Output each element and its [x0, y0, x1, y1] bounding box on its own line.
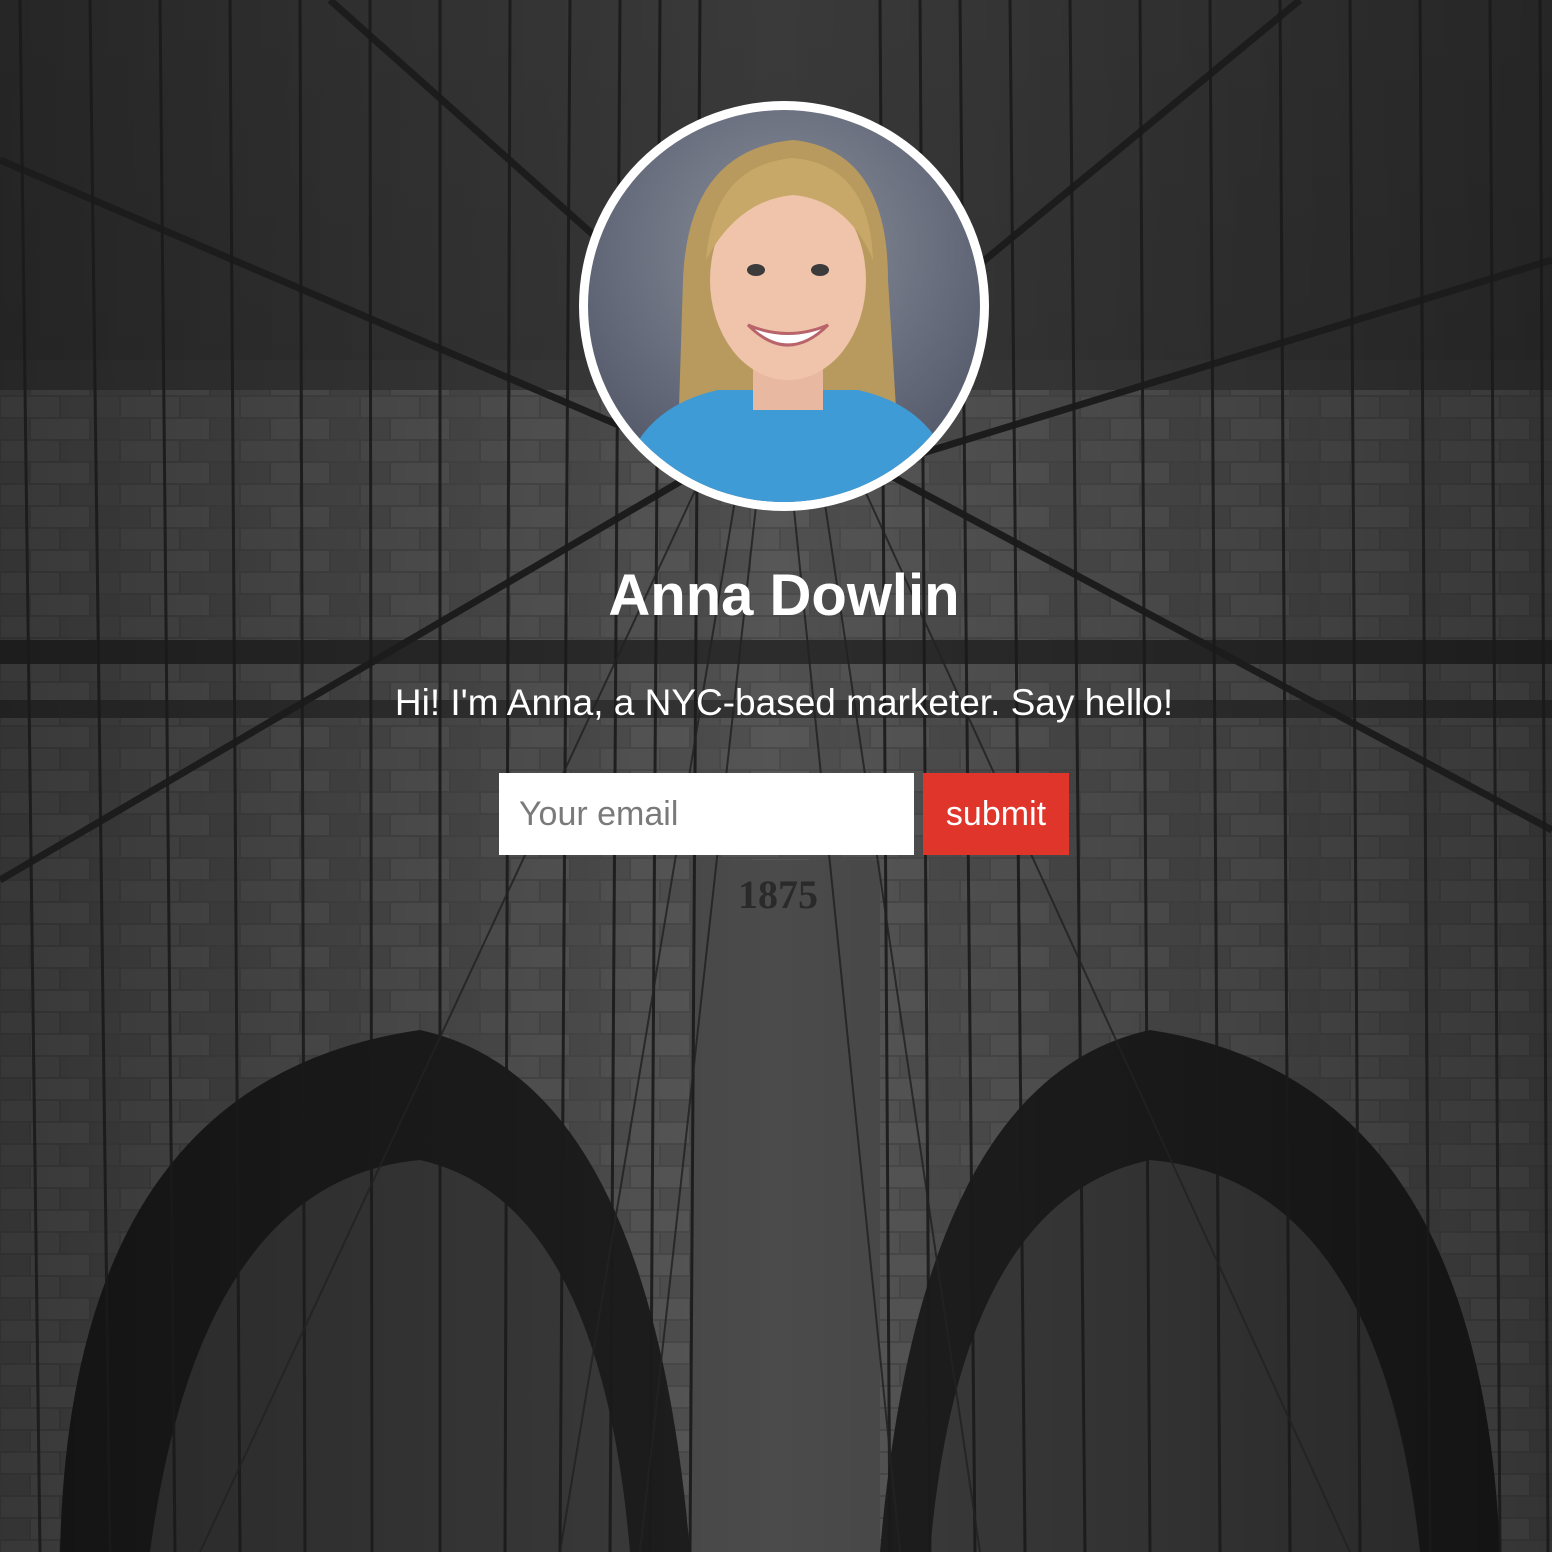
email-signup-form: submit — [499, 773, 1069, 855]
landing-page: 1875 Anna Dowlin Hi! I'm Anna, a NYC-bas… — [0, 0, 1552, 1552]
person-photo-icon — [588, 110, 980, 502]
profile-tagline: Hi! I'm Anna, a NYC-based marketer. Say … — [394, 682, 1174, 723]
email-input[interactable] — [499, 773, 914, 855]
avatar — [579, 101, 989, 511]
submit-button[interactable]: submit — [923, 773, 1069, 855]
hero-content: Anna Dowlin Hi! I'm Anna, a NYC-based ma… — [0, 0, 1552, 1552]
profile-name: Anna Dowlin — [608, 563, 960, 628]
